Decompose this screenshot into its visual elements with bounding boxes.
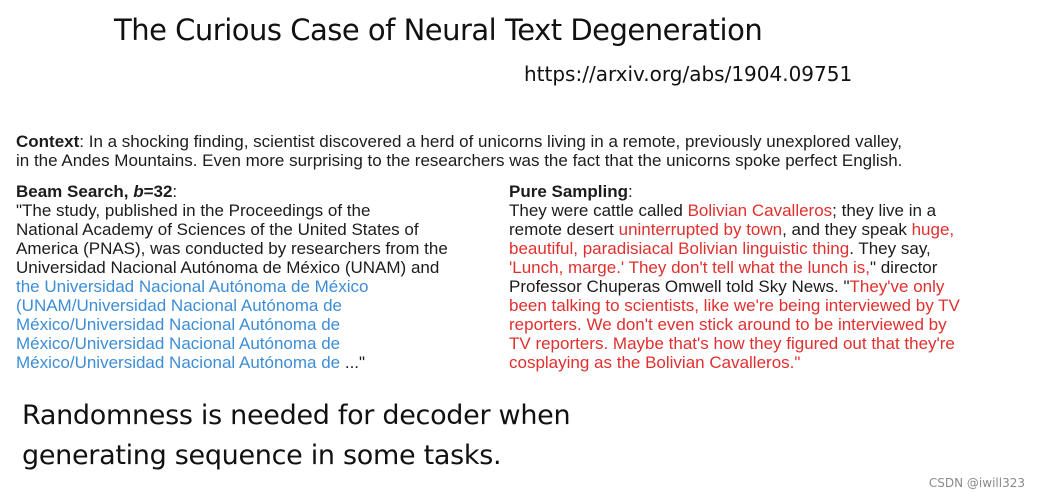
sampling-highlight: beautiful, paradisiacal Bolivian linguis…	[509, 239, 850, 258]
context-line-2: in the Andes Mountains. Even more surpri…	[16, 151, 903, 170]
pure-sampling-heading: Pure Sampling:	[509, 182, 1029, 201]
beam-repeated-line: México/Universidad Nacional Autónoma de	[16, 334, 341, 353]
sampling-text: remote desert	[509, 220, 619, 239]
watermark: CSDN @iwill323	[928, 476, 1025, 490]
sampling-line: cosplaying as the Bolivian Cavalleros."	[509, 353, 801, 372]
beam-line: Universidad Nacional Autónoma de México …	[16, 258, 440, 277]
sampling-highlight: huge,	[911, 220, 955, 239]
beam-search-label: Beam Search,	[16, 182, 134, 201]
beam-search-column: Beam Search, b=32: "The study, published…	[16, 182, 504, 372]
sampling-line: They were cattle called Bolivian Cavalle…	[509, 201, 1029, 220]
sampling-text: They were cattle called	[509, 201, 688, 220]
sampling-line: beautiful, paradisiacal Bolivian linguis…	[509, 239, 1029, 258]
conclusion-line-2: generating sequence in some tasks.	[22, 440, 502, 471]
slide-title: The Curious Case of Neural Text Degenera…	[114, 13, 763, 47]
sampling-highlight: Bolivian Cavalleros	[687, 201, 833, 220]
pure-sampling-colon: :	[628, 182, 633, 201]
context-label: Context	[16, 132, 80, 151]
sampling-line: Professor Chuperas Omwell told Sky News.…	[509, 277, 1029, 296]
context-paragraph: Context: In a shocking finding, scientis…	[16, 132, 1031, 170]
beam-repeated-line: México/Universidad Nacional Autónoma de	[16, 353, 341, 372]
beam-repeated-line: the Universidad Nacional Autónoma de Méx…	[16, 277, 369, 296]
beam-width-value: =32	[143, 182, 173, 201]
sampling-highlight: uninterrupted by town	[618, 220, 783, 239]
beam-width-symbol: b	[133, 182, 144, 201]
sampling-line: reporters. We don't even stick around to…	[509, 315, 947, 334]
sampling-text: ; they live in a	[832, 201, 937, 220]
pure-sampling-label: Pure Sampling	[509, 182, 629, 201]
beam-search-colon: :	[172, 182, 178, 201]
context-text-1: : In a shocking finding, scientist disco…	[79, 132, 903, 151]
sampling-text: . They say,	[849, 239, 931, 258]
paper-url: https://arxiv.org/abs/1904.09751	[524, 62, 853, 86]
sampling-line: been talking to scientists, like we're b…	[509, 296, 960, 315]
conclusion-text: Randomness is needed for decoder when ge…	[22, 396, 571, 476]
conclusion-line-1: Randomness is needed for decoder when	[22, 400, 571, 431]
beam-line: National Academy of Sciences of the Unit…	[16, 220, 419, 239]
beam-ending: ..."	[340, 353, 366, 372]
beam-line: America (PNAS), was conducted by researc…	[16, 239, 448, 258]
beam-repeated-line: (UNAM/Universidad Nacional Autónoma de	[16, 296, 342, 315]
sampling-highlight: 'Lunch, marge.' They don't tell what the…	[509, 258, 870, 277]
sampling-line: TV reporters. Maybe that's how they figu…	[509, 334, 955, 353]
context-line-1: Context: In a shocking finding, scientis…	[16, 132, 1031, 151]
sampling-line: 'Lunch, marge.' They don't tell what the…	[509, 258, 1029, 277]
sampling-text: , and they speak	[782, 220, 912, 239]
beam-line: "The study, published in the Proceedings…	[16, 201, 371, 220]
beam-repeated-line: México/Universidad Nacional Autónoma de	[16, 315, 341, 334]
sampling-highlight: They've only	[849, 277, 945, 296]
sampling-line: remote desert uninterrupted by town, and…	[509, 220, 1029, 239]
pure-sampling-column: Pure Sampling: They were cattle called B…	[509, 182, 1029, 372]
beam-search-heading: Beam Search, b=32:	[16, 182, 504, 201]
beam-last-line: México/Universidad Nacional Autónoma de …	[16, 353, 504, 372]
sampling-text: " director	[869, 258, 938, 277]
sampling-text: Professor Chuperas Omwell told Sky News.…	[509, 277, 850, 296]
